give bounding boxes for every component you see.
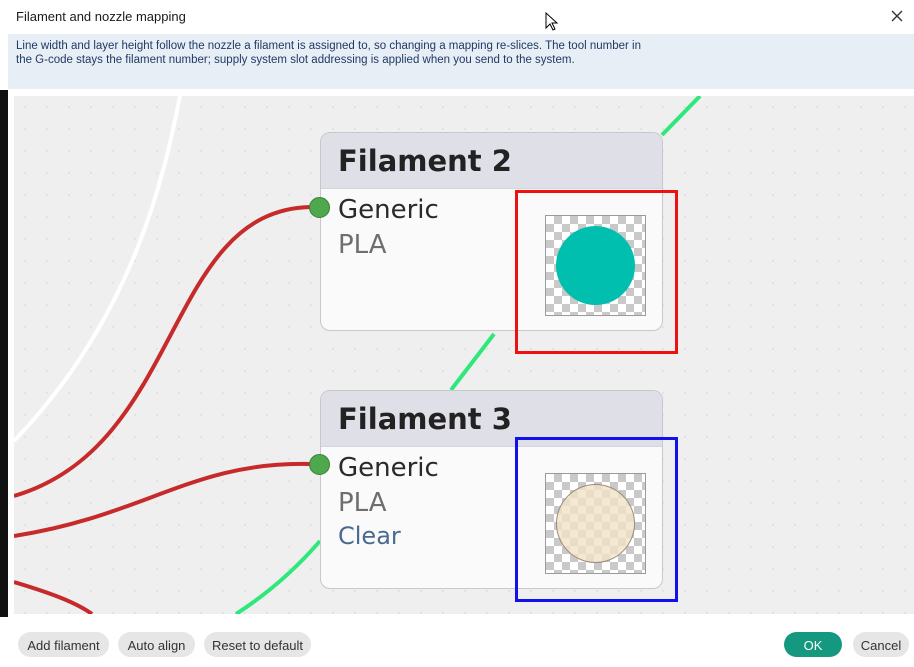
wire-white: [14, 96, 182, 443]
auto-align-button[interactable]: Auto align: [118, 632, 195, 657]
highlight-box: [515, 437, 678, 602]
filament-color-name: Clear: [338, 522, 401, 550]
wire-nozzle-middle: [449, 332, 496, 392]
close-icon: [891, 10, 903, 22]
cancel-button[interactable]: Cancel: [853, 632, 909, 657]
filament-vendor: Generic: [338, 453, 439, 483]
highlight-box: [515, 190, 678, 354]
info-text: Line width and layer height follow the n…: [16, 40, 641, 66]
window-edge: [0, 90, 8, 667]
filament-type: PLA: [338, 488, 387, 518]
reset-to-default-button[interactable]: Reset to default: [204, 632, 311, 657]
title-bar: Filament and nozzle mapping: [0, 0, 914, 32]
input-port[interactable]: [309, 197, 330, 218]
close-button[interactable]: [886, 5, 908, 27]
mouse-cursor-icon: [545, 12, 559, 31]
ok-button[interactable]: OK: [784, 632, 842, 657]
filament-vendor: Generic: [338, 195, 439, 225]
mapping-canvas[interactable]: Filament 2 Generic PLA Filament 3 Generi…: [14, 96, 914, 614]
input-port[interactable]: [309, 454, 330, 475]
window-title: Filament and nozzle mapping: [16, 9, 186, 24]
node-title: Filament 2: [338, 144, 512, 178]
wire-filament-2: [14, 205, 311, 498]
button-bar: Add filament Auto align Reset to default…: [0, 617, 914, 667]
wire-filament-lower: [14, 580, 94, 614]
filament-type: PLA: [338, 230, 387, 260]
wire-nozzle-lower: [234, 539, 322, 614]
info-banner: Line width and layer height follow the n…: [8, 34, 914, 89]
wire-nozzle-upper: [660, 96, 702, 137]
add-filament-button[interactable]: Add filament: [18, 632, 109, 657]
node-header: Filament 2: [321, 133, 662, 189]
